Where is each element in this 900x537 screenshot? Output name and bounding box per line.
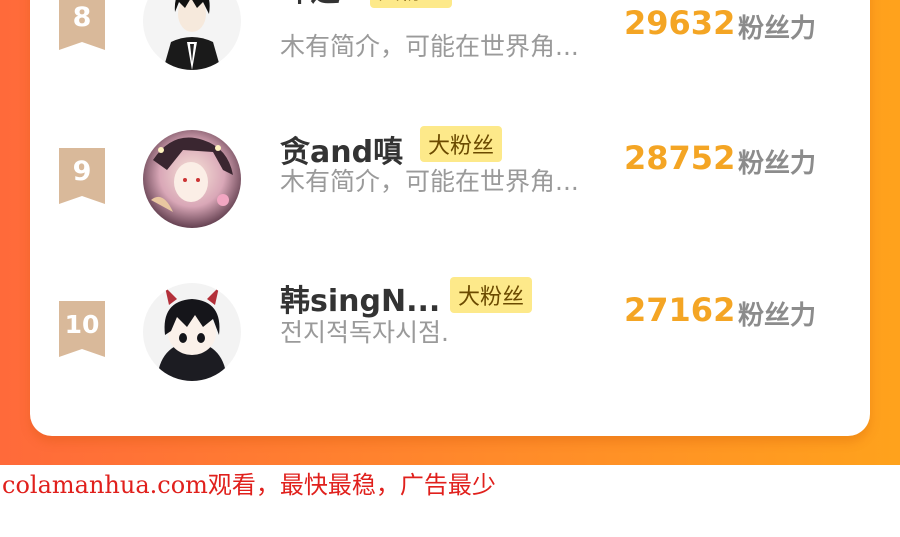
fan-rank-row[interactable]: 9 贪and嗔 大粉丝 木有简介，可能在世界角... 28752 粉丝力 xyxy=(30,126,870,250)
avatar[interactable] xyxy=(143,130,241,228)
fan-intro: 木有简介，可能在世界角... xyxy=(280,167,579,196)
rank-number: 8 xyxy=(72,2,92,33)
site-watermark-text: colamanhua.com观看，最快最稳，广告最少 xyxy=(2,471,496,499)
big-fan-badge: 大粉丝 xyxy=(370,0,453,8)
fan-name[interactable]: 坤之 xyxy=(280,0,340,10)
big-fan-badge: 大粉丝 xyxy=(450,277,533,313)
fan-score-unit: 粉丝力 xyxy=(738,14,817,44)
fan-score-unit: 粉丝力 xyxy=(738,149,817,179)
fan-rank-row[interactable]: 8 坤之 大粉丝 木有简介，可能在世界角... 29632 粉丝力 xyxy=(30,0,870,100)
fan-ranking-card: 8 坤之 大粉丝 木有简介，可能在世界角... 29632 粉丝力 9 xyxy=(30,0,870,436)
fan-intro: 木有简介，可能在世界角... xyxy=(280,32,579,61)
rank-ribbon-icon: 10 xyxy=(59,301,105,357)
rank-ribbon-icon: 8 xyxy=(59,0,105,50)
fan-score: 28752 xyxy=(624,139,736,177)
rank-ribbon-icon: 9 xyxy=(59,148,105,204)
avatar[interactable] xyxy=(143,0,241,70)
fan-score: 27162 xyxy=(624,291,736,329)
fan-score-unit: 粉丝力 xyxy=(738,301,817,331)
fan-intro: 전지적독자시점. xyxy=(280,318,449,347)
big-fan-badge: 大粉丝 xyxy=(420,126,503,162)
rank-number: 10 xyxy=(64,310,100,339)
avatar[interactable] xyxy=(143,283,241,381)
rank-number: 9 xyxy=(72,156,92,187)
fan-rank-row[interactable]: 10 韩singN... 大粉丝 전지적독자시점. 27162 粉丝力 xyxy=(30,277,870,403)
fan-score: 29632 xyxy=(624,4,736,42)
